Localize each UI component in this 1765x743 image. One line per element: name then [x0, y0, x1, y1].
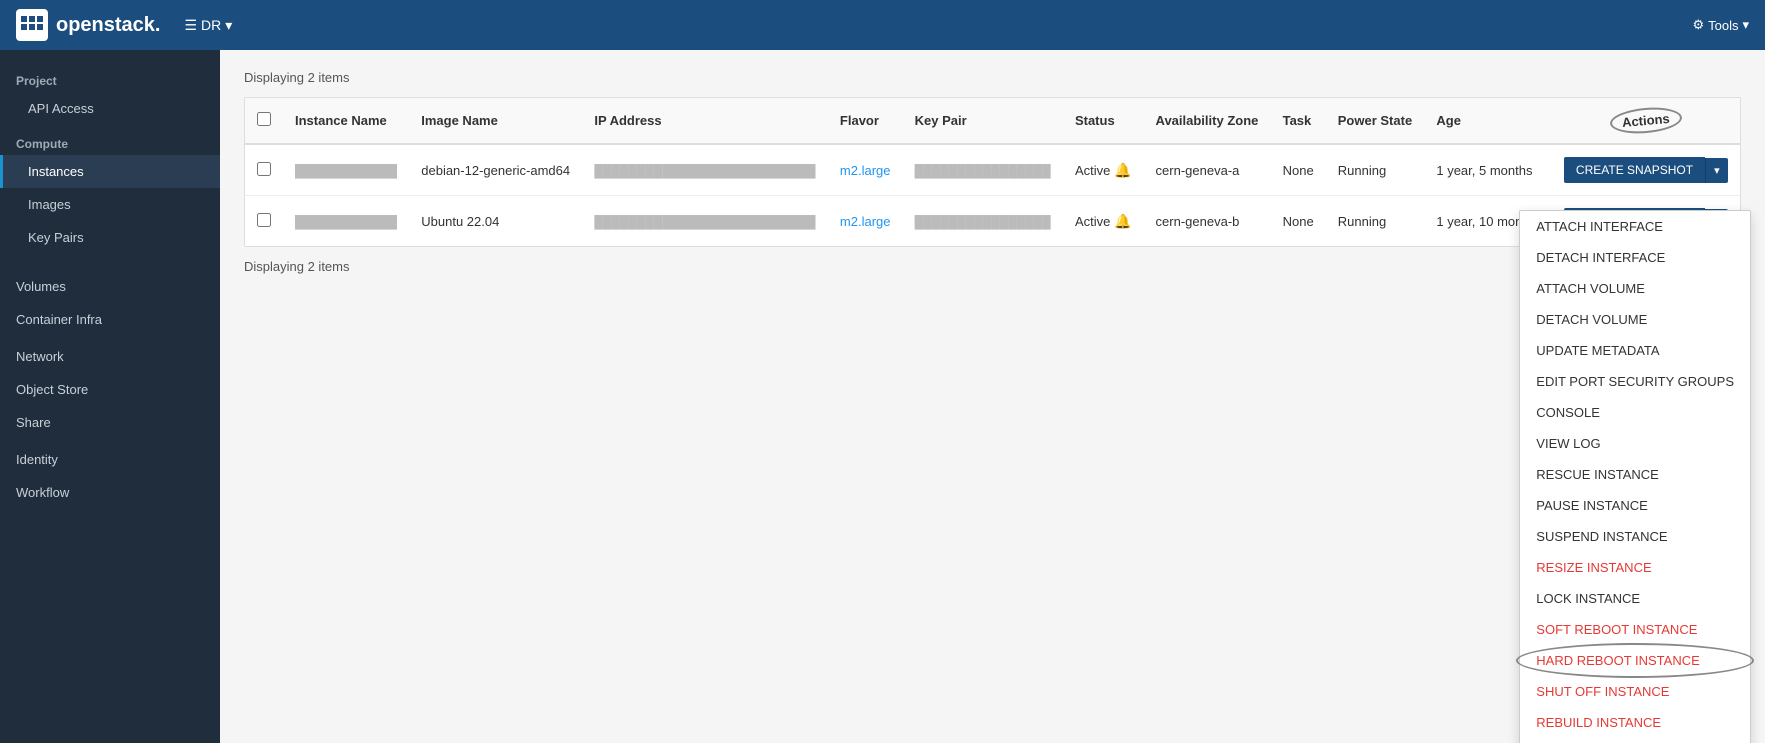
- row-1-image-name: debian-12-generic-amd64: [409, 144, 582, 196]
- sidebar-item-share[interactable]: Share: [0, 406, 220, 439]
- sidebar-item-object-store[interactable]: Object Store: [0, 373, 220, 406]
- brand-name: openstack.: [56, 14, 160, 37]
- col-flavor: Flavor: [828, 98, 903, 144]
- menu-item-suspend-instance[interactable]: SUSPEND INSTANCE: [1520, 521, 1750, 552]
- row-2-key-pair: ████████████████: [915, 215, 1051, 229]
- col-availability-zone: Availability Zone: [1144, 98, 1271, 144]
- menu-item-attach-interface[interactable]: ATTACH INTERFACE: [1520, 211, 1750, 242]
- openstack-logo: [16, 9, 48, 41]
- row-2-flavor[interactable]: m2.large: [840, 214, 891, 229]
- row-2-status: Active 🔔: [1063, 196, 1144, 247]
- menu-item-edit-port-security-groups[interactable]: EDIT PORT SECURITY GROUPS: [1520, 366, 1750, 397]
- col-ip-address: IP Address: [582, 98, 828, 144]
- actions-header-label: Actions: [1609, 105, 1683, 136]
- tools-menu[interactable]: ⚙ Tools ▾: [1692, 17, 1749, 33]
- table-row: ████████████ Ubuntu 22.04 ██████████████…: [245, 196, 1740, 247]
- sidebar-item-volumes[interactable]: Volumes: [0, 270, 220, 303]
- logo-icon: [18, 11, 46, 39]
- col-age: Age: [1424, 98, 1552, 144]
- hamburger-icon: ☰: [184, 17, 197, 34]
- sidebar-item-identity[interactable]: Identity: [0, 443, 220, 476]
- menu-item-hard-reboot-instance[interactable]: HARD REBOOT INSTANCE: [1520, 645, 1750, 676]
- project-selector[interactable]: ☰ DR ▾: [184, 17, 232, 34]
- layout: Project API Access Compute Instances Ima…: [0, 50, 1765, 743]
- col-status: Status: [1063, 98, 1144, 144]
- menu-item-lock-instance[interactable]: LOCK INSTANCE: [1520, 583, 1750, 614]
- col-instance-name: Instance Name: [283, 98, 409, 144]
- sidebar-item-api-access[interactable]: API Access: [0, 92, 220, 125]
- row-1-actions: CREATE SNAPSHOT ▾: [1552, 144, 1740, 196]
- sidebar-item-network[interactable]: Network: [0, 340, 220, 373]
- sidebar-item-images[interactable]: Images: [0, 188, 220, 221]
- menu-item-update-metadata[interactable]: UPDATE METADATA: [1520, 335, 1750, 366]
- menu-item-detach-interface[interactable]: DETACH INTERFACE: [1520, 242, 1750, 273]
- display-count-top: Displaying 2 items: [244, 70, 1741, 85]
- sidebar-section-compute: Compute Instances Images Key Pairs: [0, 129, 220, 254]
- menu-item-attach-volume[interactable]: ATTACH VOLUME: [1520, 273, 1750, 304]
- navbar: openstack. ☰ DR ▾ ⚙ Tools ▾: [0, 0, 1765, 50]
- row-2-instance-name[interactable]: ████████████: [295, 215, 397, 229]
- sidebar-section-network: Network Object Store Share: [0, 340, 220, 439]
- row-1-checkbox[interactable]: [257, 162, 271, 176]
- row-1-availability-zone: cern-geneva-a: [1144, 144, 1271, 196]
- row-1-create-snapshot-button[interactable]: CREATE SNAPSHOT: [1564, 157, 1705, 183]
- settings-icon: ⚙: [1692, 17, 1704, 33]
- sidebar-item-key-pairs[interactable]: Key Pairs: [0, 221, 220, 254]
- menu-item-rebuild-instance[interactable]: REBUILD INSTANCE: [1520, 707, 1750, 738]
- row-2-task: None: [1271, 196, 1326, 247]
- menu-item-soft-reboot-instance[interactable]: SOFT REBOOT INSTANCE: [1520, 614, 1750, 645]
- row-1-dropdown-toggle[interactable]: ▾: [1705, 158, 1728, 183]
- row-2-power-state: Running: [1326, 196, 1425, 247]
- chevron-down-icon: ▾: [225, 17, 232, 34]
- sidebar: Project API Access Compute Instances Ima…: [0, 50, 220, 743]
- menu-item-shut-off-instance[interactable]: SHUT OFF INSTANCE: [1520, 676, 1750, 707]
- volumes-title: [0, 258, 220, 270]
- sidebar-section-identity: Identity Workflow: [0, 443, 220, 509]
- row-1-instance-name[interactable]: ████████████: [295, 164, 397, 178]
- row-2-availability-zone: cern-geneva-b: [1144, 196, 1271, 247]
- row-2-bell-icon: 🔔: [1114, 213, 1131, 229]
- menu-item-console[interactable]: CONSOLE: [1520, 397, 1750, 428]
- compute-title: Compute: [0, 129, 220, 155]
- row-1-flavor[interactable]: m2.large: [840, 163, 891, 178]
- row-2-image-name: Ubuntu 22.04: [409, 196, 582, 247]
- sidebar-item-instances[interactable]: Instances: [0, 155, 220, 188]
- row-1-ip-address: ██████████████████████████: [594, 164, 815, 178]
- project-title: Project: [0, 66, 220, 92]
- sidebar-item-container-infra[interactable]: Container Infra: [0, 303, 220, 336]
- instances-table-container: Instance Name Image Name IP Address Flav…: [244, 97, 1741, 247]
- table-row: ████████████ debian-12-generic-amd64 ███…: [245, 144, 1740, 196]
- actions-dropdown-menu: ATTACH INTERFACE DETACH INTERFACE ATTACH…: [1519, 210, 1751, 743]
- menu-item-pause-instance[interactable]: PAUSE INSTANCE: [1520, 490, 1750, 521]
- row-1-power-state: Running: [1326, 144, 1425, 196]
- chevron-down-icon-tools: ▾: [1742, 17, 1749, 33]
- row-1-key-pair: ████████████████: [915, 164, 1051, 178]
- row-1-bell-icon: 🔔: [1114, 162, 1131, 178]
- menu-item-view-log[interactable]: VIEW LOG: [1520, 428, 1750, 459]
- col-task: Task: [1271, 98, 1326, 144]
- menu-item-detach-volume[interactable]: DETACH VOLUME: [1520, 304, 1750, 335]
- row-1-status: Active 🔔: [1063, 144, 1144, 196]
- instances-table: Instance Name Image Name IP Address Flav…: [245, 98, 1740, 246]
- col-actions: Actions: [1552, 98, 1740, 144]
- row-1-task: None: [1271, 144, 1326, 196]
- col-image-name: Image Name: [409, 98, 582, 144]
- sidebar-item-workflow[interactable]: Workflow: [0, 476, 220, 509]
- row-2-checkbox[interactable]: [257, 213, 271, 227]
- row-2-ip-address: ██████████████████████████: [594, 215, 815, 229]
- sidebar-section-project: Project API Access: [0, 66, 220, 125]
- col-power-state: Power State: [1326, 98, 1425, 144]
- menu-item-resize-instance[interactable]: RESIZE INSTANCE: [1520, 552, 1750, 583]
- brand: openstack.: [16, 9, 160, 41]
- display-count-bottom: Displaying 2 items: [244, 259, 1741, 274]
- main-content: Displaying 2 items Instance Name Image N…: [220, 50, 1765, 743]
- tools-label: Tools: [1708, 18, 1738, 33]
- sidebar-section-volumes: Volumes Container Infra: [0, 258, 220, 336]
- col-key-pair: Key Pair: [903, 98, 1063, 144]
- project-name: DR: [201, 17, 221, 33]
- menu-item-delete-instance[interactable]: DELETE INSTANCE: [1520, 738, 1750, 743]
- menu-item-rescue-instance[interactable]: RESCUE INSTANCE: [1520, 459, 1750, 490]
- select-all-checkbox[interactable]: [257, 112, 271, 126]
- row-1-age: 1 year, 5 months: [1424, 144, 1552, 196]
